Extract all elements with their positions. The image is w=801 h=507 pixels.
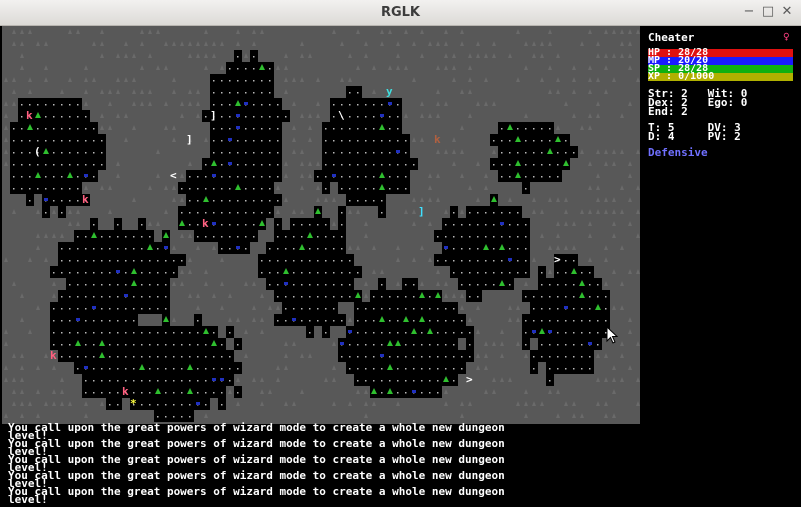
dungeon-tiles [4,29,640,422]
xp-bar-label: XP : 0/1000 [648,71,715,82]
map-glyph: ] [186,133,193,146]
character-name: Cheater [648,31,695,44]
map-glyph: ] [418,205,425,218]
minimize-button[interactable]: − [741,4,757,20]
window-titlebar: RGLK − □ ✕ [0,0,801,26]
map-glyph: > [554,253,561,266]
map-glyph: k [202,217,209,230]
map-glyph: y [386,85,393,98]
maximize-button[interactable]: □ [760,4,776,20]
map-glyph: k [26,109,33,122]
map-glyph: > [466,373,473,386]
gender-icon: ♀ [783,30,790,43]
stat-line-3: End: 2 [648,105,688,118]
map-glyph: ] [210,109,217,122]
message-line: You call upon the great powers of wizard… [8,485,505,506]
stance-label: Defensive [648,146,708,159]
map-glyph: k [50,349,57,362]
map-glyph: k [434,133,441,146]
map-glyph: \ [338,109,345,122]
combat-line-2: D: 4 PV: 2 [648,130,741,143]
message-log: You call upon the great powers of wizard… [8,422,638,507]
map-glyph: < [170,169,177,182]
map-glyph: k [82,193,89,206]
xp-bar: XP : 0/1000 [648,71,793,82]
map-glyph: k [122,385,129,398]
mouse-cursor-icon [606,326,619,344]
window-title: RGLK [380,5,421,20]
close-button[interactable]: ✕ [779,4,795,20]
map-glyph: * [130,397,137,410]
character-sidebar: Cheater ♀ HP : 28/28 MP : 20/20 SP : 28/… [640,26,801,424]
dungeon-map[interactable]: kkkkkky]]](<>>>*\ [2,26,640,424]
map-glyph: ( [34,145,41,158]
